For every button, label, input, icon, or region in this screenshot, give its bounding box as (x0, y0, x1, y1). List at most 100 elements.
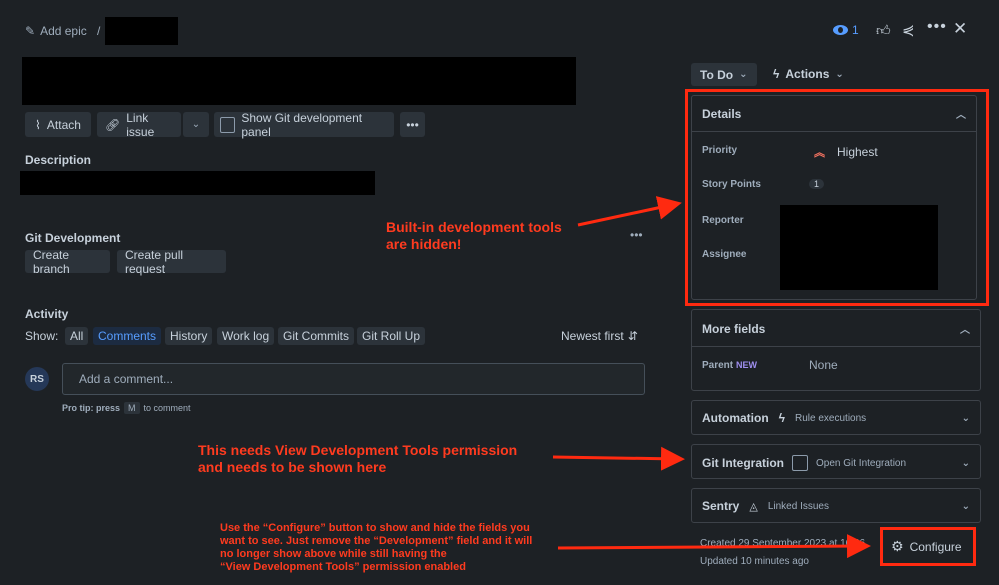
add-epic-link[interactable]: ✎ Add epic (25, 24, 87, 38)
link-issue-button[interactable]: 🔗︎ Link issue (97, 110, 181, 139)
automation-sub: Rule executions (795, 412, 867, 424)
protip-suffix: to comment (143, 403, 191, 413)
link-issue-dropdown[interactable]: ⌄ (183, 112, 209, 137)
sentry-panel[interactable]: Sentry ◬ Linked Issues ⌄ (691, 488, 981, 523)
git-panel-icon (792, 455, 808, 471)
protip-key: M (124, 402, 140, 414)
create-pull-request-label: Create pull request (125, 247, 184, 276)
git-development-heading: Git Development (25, 231, 121, 245)
tab-work-log-label: Work log (222, 329, 270, 343)
share-icon[interactable]: ⋞ (902, 21, 915, 39)
git-panel-icon (220, 116, 236, 133)
link-icon: 🔗︎ (105, 117, 121, 132)
annotation-builtin-line1: Built-in development tools (386, 219, 562, 235)
watch-count: 1 (852, 23, 859, 37)
arrow-to-git-integration (552, 446, 685, 471)
redacted-description (20, 171, 375, 195)
tab-git-roll-up[interactable]: Git Roll Up (357, 327, 426, 345)
chevron-down-icon: ⌄ (961, 457, 970, 469)
git-integration-sub: Open Git Integration (816, 457, 907, 469)
automation-panel[interactable]: Automation ϟ Rule executions ⌄ (691, 400, 981, 435)
sort-icon: ⇵ (627, 329, 638, 343)
activity-heading: Activity (25, 307, 69, 321)
create-branch-label: Create branch (33, 247, 70, 276)
redacted-issue-key (105, 17, 178, 45)
pencil-icon: ✎ (25, 24, 36, 38)
sentry-sub: Linked Issues (767, 500, 829, 512)
tab-history-label: History (170, 329, 208, 343)
created-timestamp: Created 29 September 2023 at 16:06 (700, 538, 866, 549)
status-button[interactable]: To Do ⌄ (691, 63, 757, 86)
add-epic-label: Add epic (40, 24, 87, 38)
more-fields-heading: More fields (702, 321, 766, 336)
sort-label: Newest first (561, 329, 624, 343)
sort-toggle[interactable]: Newest first ⇵ (561, 329, 638, 343)
attach-label: Attach (46, 117, 81, 132)
more-icon[interactable]: ••• (927, 18, 947, 36)
arrow-to-details (577, 196, 682, 227)
annotation-configure-line4: “View Development Tools” permission enab… (220, 561, 466, 573)
eye-icon (833, 25, 848, 35)
create-branch-button[interactable]: Create branch (25, 247, 110, 276)
new-badge: NEW (736, 360, 757, 370)
tab-git-roll-up-label: Git Roll Up (362, 329, 421, 343)
more-actions-button[interactable]: ••• (400, 112, 425, 137)
watch-button[interactable]: 1 (833, 23, 859, 37)
annotation-builtin-tools: Built-in development tools are hidden! (386, 219, 562, 253)
description-heading: Description (25, 153, 92, 167)
redacted-issue-title (22, 57, 576, 105)
lightning-icon: ϟ (773, 67, 780, 81)
create-pull-request-button[interactable]: Create pull request (117, 247, 226, 276)
status-label: To Do (700, 67, 734, 82)
annotation-permission-line2: and needs to be shown here (198, 459, 387, 475)
protip-prefix: Pro tip: press (62, 403, 121, 413)
protip: Pro tip: press M to comment (62, 402, 191, 414)
more-fields-panel: More fields ︿ Parent NEW None (691, 309, 981, 391)
breadcrumb-separator: / (97, 24, 101, 38)
annotation-configure-line3: no longer show above while still having … (220, 548, 447, 560)
chevron-down-icon: ⌄ (835, 68, 844, 80)
close-icon[interactable]: ✕ (953, 19, 967, 39)
tab-all-label: All (70, 329, 84, 343)
show-label: Show: (25, 329, 59, 343)
git-development-menu-icon[interactable]: ••• (630, 228, 643, 242)
chevron-down-icon: ⌄ (961, 500, 970, 512)
attach-button[interactable]: ⌇ Attach (25, 112, 91, 137)
updated-timestamp: Updated 10 minutes ago (700, 556, 809, 567)
more-fields-header[interactable]: More fields ︿ (702, 321, 970, 337)
comment-input[interactable]: Add a comment... (62, 363, 645, 395)
chevron-down-icon: ⌄ (739, 69, 748, 80)
parent-label: Parent (702, 360, 734, 371)
chevron-down-icon: ⌄ (961, 412, 970, 424)
lightning-icon: ϟ (778, 411, 786, 425)
show-git-panel-label: Show Git development panel (241, 110, 363, 139)
tab-comments[interactable]: Comments (93, 327, 162, 345)
tab-git-commits[interactable]: Git Commits (278, 327, 354, 345)
annotation-permission: This needs View Development Tools permis… (198, 442, 517, 476)
show-git-panel-button[interactable]: Show Git development panel (214, 110, 394, 139)
parent-value[interactable]: None (809, 358, 838, 372)
avatar-initials: RS (30, 373, 44, 385)
actions-label: Actions (785, 67, 830, 81)
tab-work-log[interactable]: Work log (217, 327, 275, 345)
annotation-configure: Use the “Configure” button to show and h… (220, 522, 532, 574)
ellipsis-icon: ••• (406, 117, 419, 132)
tab-history[interactable]: History (165, 327, 213, 345)
comment-placeholder: Add a comment... (79, 372, 174, 386)
paperclip-icon: ⌇ (35, 117, 41, 132)
actions-button[interactable]: ϟ Actions ⌄ (773, 67, 844, 81)
git-integration-heading: Git Integration (702, 456, 784, 470)
avatar: RS (25, 367, 49, 391)
git-integration-panel[interactable]: Git Integration Open Git Integration ⌄ (691, 444, 981, 479)
sentry-header: Sentry ◬ Linked Issues ⌄ (702, 499, 970, 513)
annotation-configure-line1: Use the “Configure” button to show and h… (220, 522, 530, 534)
annotation-builtin-line2: are hidden! (386, 236, 462, 252)
annotation-details-box (685, 89, 989, 306)
sentry-heading: Sentry (702, 499, 740, 513)
chevron-down-icon: ⌄ (191, 119, 201, 130)
annotation-configure-line2: want to see. Just remove the “Developmen… (220, 535, 533, 547)
tab-all[interactable]: All (65, 327, 89, 345)
thumbs-up-icon[interactable]: 👍︎ (876, 22, 891, 39)
link-issue-label: Link issue (126, 110, 155, 139)
chevron-up-icon: ︿ (960, 325, 970, 336)
